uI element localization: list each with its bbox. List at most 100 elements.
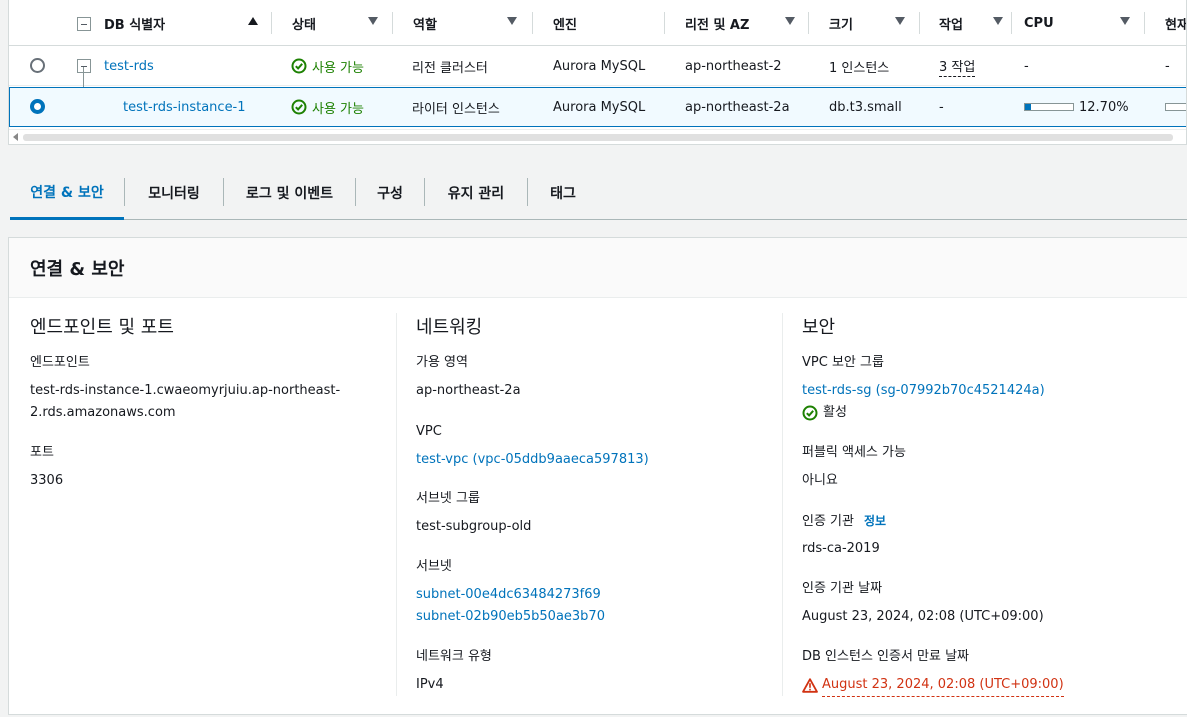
table-row-selected[interactable]: test-rds-instance-1 사용 가능 라이터 인스턴스 Auror… (9, 87, 1186, 127)
network-type-label: 네트워크 유형 (416, 649, 492, 664)
network-type-field: 네트워크 유형 IPv4 (416, 648, 492, 696)
sort-icon[interactable] (368, 17, 378, 25)
sort-icon[interactable] (1120, 17, 1130, 25)
ca-date-value: August 23, 2024, 02:08 (UTC+09:00) (802, 609, 1044, 624)
db-identifier-link[interactable]: test-rds-instance-1 (123, 100, 246, 115)
cert-expiry-value[interactable]: August 23, 2024, 02:08 (UTC+09:00) (802, 674, 1064, 697)
tab-tags[interactable]: 태그 (528, 166, 598, 219)
az-field: 가용 영역 ap-northeast-2a (416, 354, 521, 402)
column-header-actions-label: 작업 (939, 17, 963, 33)
sort-icon[interactable] (785, 17, 795, 25)
collapse-all-icon[interactable] (77, 17, 91, 31)
current-progress-bar (1165, 103, 1186, 111)
vpc-field: VPC test-vpc (vpc-05ddb9aaeca597813) (416, 423, 649, 471)
panel-title: 연결 & 보안 (9, 238, 1187, 298)
actions-popover-trigger[interactable]: 3 작업 (939, 56, 976, 77)
section-title: 네트워킹 (416, 317, 483, 338)
sort-icon[interactable] (507, 17, 517, 25)
row-select-radio[interactable] (30, 58, 45, 73)
db-identifier-link[interactable]: test-rds (104, 59, 154, 74)
ca-date-field: 인증 기관 날짜 August 23, 2024, 02:08 (UTC+09:… (802, 580, 1044, 628)
ca-label-row: 인증 기관 정보 (802, 512, 886, 530)
sort-icon[interactable] (895, 17, 905, 25)
column-header-region[interactable]: 리전 및 AZ (673, 0, 809, 46)
public-access-label: 퍼블릭 액세스 가능 (802, 445, 906, 460)
region-cell: ap-northeast-2a (685, 99, 790, 115)
role-cell: 라이터 인스턴스 (412, 101, 500, 117)
horizontal-scrollbar[interactable] (9, 129, 1186, 144)
cpu-progress-bar (1024, 103, 1074, 111)
column-header-cpu[interactable]: CPU (1012, 0, 1144, 46)
tab-logs-events[interactable]: 로그 및 이벤트 (224, 166, 355, 219)
public-access-value: 아니요 (802, 473, 838, 488)
vpc-link[interactable]: test-vpc (vpc-05ddb9aaeca597813) (416, 449, 649, 471)
subnet-group-field: 서브넷 그룹 test-subgroup-old (416, 490, 531, 538)
current-cell: - (1165, 58, 1170, 74)
column-header-size[interactable]: 크기 (817, 0, 919, 46)
port-value: 3306 (30, 473, 64, 488)
cpu-percent-label: 12.70% (1079, 99, 1129, 115)
column-header-cpu-label: CPU (1024, 15, 1054, 31)
subnet-group-value: test-subgroup-old (416, 519, 532, 534)
engine-cell: Aurora MySQL (553, 99, 646, 115)
status-label: 사용 가능 (312, 60, 364, 76)
tab-monitoring[interactable]: 모니터링 (125, 166, 223, 219)
status-label: 사용 가능 (312, 101, 364, 117)
tab-configuration[interactable]: 구성 (356, 166, 424, 219)
tab-connectivity-security[interactable]: 연결 & 보안 (10, 166, 124, 220)
vpc-label: VPC (416, 424, 442, 439)
actions-cell: - (939, 99, 944, 115)
column-header-role-label: 역할 (413, 17, 437, 33)
subnet-link[interactable]: subnet-00e4dc63484273f69 (416, 584, 605, 606)
port-field: 포트 3306 (30, 444, 63, 492)
ca-info-link[interactable]: 정보 (864, 514, 886, 528)
endpoint-value-line2: 2.rds.amazonaws.com (30, 405, 176, 420)
column-header-current-label: 현재 (1165, 17, 1187, 33)
check-circle-icon (291, 99, 307, 115)
column-header-status[interactable]: 상태 (280, 0, 392, 46)
column-header-current[interactable]: 현재 (1153, 0, 1187, 46)
subnet-link[interactable]: subnet-02b90eb5b50ae3b70 (416, 606, 605, 628)
table-header: DB 식별자 상태 역할 엔진 리전 및 AZ 크기 작업 CPU 현재 (9, 0, 1187, 46)
current-cell (1165, 87, 1186, 127)
endpoint-label: 엔드포인트 (30, 355, 90, 370)
status-badge: 사용 가능 (291, 87, 364, 127)
role-cell: 리전 클러스터 (412, 60, 488, 76)
subnets-label: 서브넷 (416, 559, 452, 574)
collapse-row-icon[interactable] (77, 59, 91, 73)
section-title: 엔드포인트 및 포트 (30, 317, 174, 338)
security-group-link[interactable]: test-rds-sg (sg-07992b70c4521424a) (802, 380, 1045, 402)
port-label: 포트 (30, 445, 54, 460)
endpoint-port-section: 엔드포인트 및 포트 (30, 313, 174, 338)
subnet-group-label: 서브넷 그룹 (416, 491, 480, 506)
section-title: 보안 (802, 317, 836, 338)
scroll-left-icon[interactable] (13, 133, 18, 141)
networking-section: 네트워킹 (416, 313, 483, 338)
table-row[interactable]: test-rds 사용 가능 리전 클러스터 Aurora MySQL ap-n… (9, 46, 1186, 86)
column-header-identifier[interactable]: DB 식별자 (92, 0, 272, 46)
column-header-role[interactable]: 역할 (401, 0, 531, 46)
tab-maintenance[interactable]: 유지 관리 (425, 166, 527, 219)
ca-field: 인증 기관 정보 rds-ca-2019 (802, 512, 886, 560)
subnets-field: 서브넷 subnet-00e4dc63484273f69 subnet-02b9… (416, 558, 605, 628)
cpu-cell: 12.70% (1024, 87, 1129, 127)
security-group-status-label: 활성 (823, 405, 847, 420)
cert-expiry-field: DB 인스턴스 인증서 만료 날짜 August 23, 2024, 02:08… (802, 648, 1064, 697)
column-header-engine-label: 엔진 (553, 17, 577, 33)
engine-cell: Aurora MySQL (553, 58, 646, 74)
endpoint-value-line1: test-rds-instance-1.cwaeomyrjuiu.ap-nort… (30, 383, 341, 398)
row-select-radio[interactable] (30, 99, 45, 114)
sort-ascending-icon[interactable] (248, 17, 258, 25)
column-header-size-label: 크기 (829, 17, 853, 33)
cpu-progress-fill (1025, 104, 1032, 110)
db-instances-table: DB 식별자 상태 역할 엔진 리전 및 AZ 크기 작업 CPU 현재 tes… (8, 0, 1187, 145)
column-header-engine[interactable]: 엔진 (541, 0, 672, 46)
column-header-actions[interactable]: 작업 (927, 0, 1011, 46)
security-group-status: 활성 (802, 402, 1045, 424)
sort-icon[interactable] (993, 17, 1003, 25)
scrollbar-thumb[interactable] (23, 134, 1173, 141)
ca-value: rds-ca-2019 (802, 541, 880, 556)
status-badge: 사용 가능 (291, 46, 364, 86)
column-divider (782, 313, 783, 696)
az-label: 가용 영역 (416, 355, 468, 370)
